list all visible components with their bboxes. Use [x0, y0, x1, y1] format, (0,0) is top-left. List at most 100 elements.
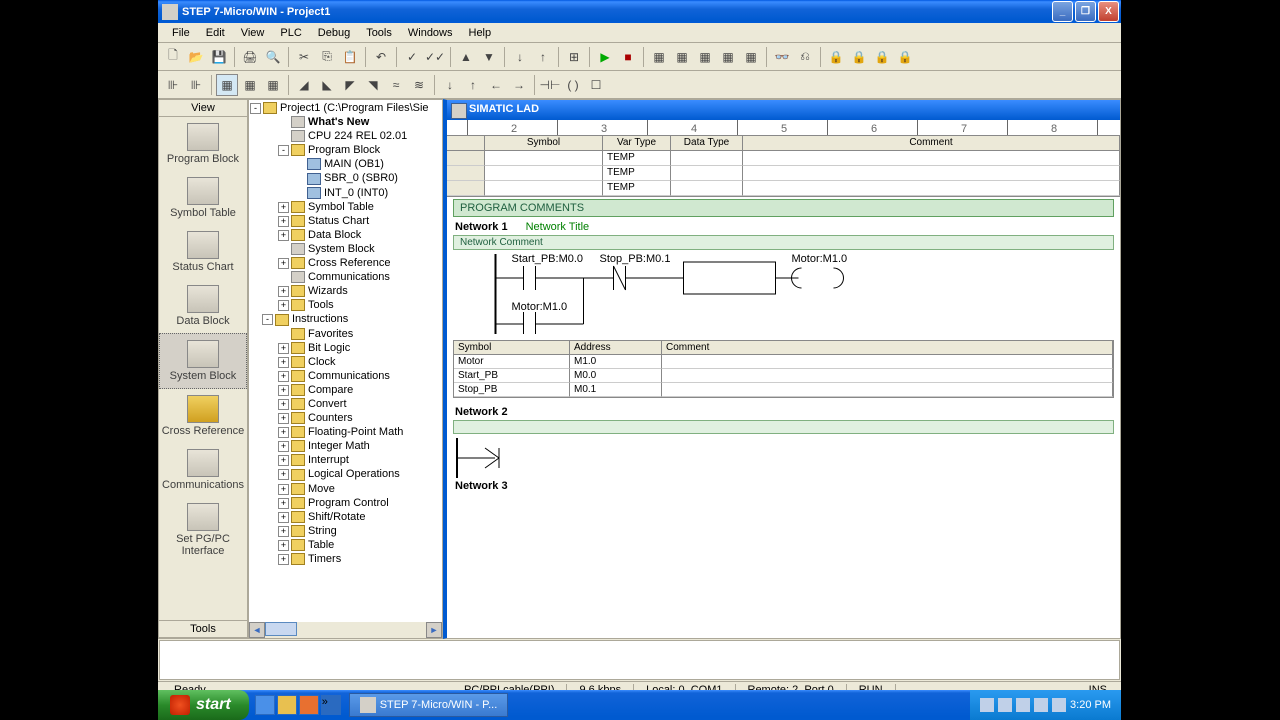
print-icon[interactable]: 🖨: [239, 46, 261, 68]
close-button[interactable]: X: [1098, 1, 1119, 22]
network-1-comment[interactable]: Network Comment: [453, 235, 1114, 250]
menu-tools[interactable]: Tools: [358, 25, 400, 41]
symbol-table[interactable]: Symbol Address Comment MotorM1.0Start_PB…: [453, 340, 1114, 398]
start-button[interactable]: start: [158, 690, 249, 720]
write-icon[interactable]: ▦: [717, 46, 739, 68]
view-data-block[interactable]: Data Block: [159, 279, 247, 333]
view-lad-icon[interactable]: ▦: [216, 74, 238, 96]
compile-all-icon[interactable]: ✓✓: [424, 46, 446, 68]
tree-node[interactable]: +Compare: [250, 383, 441, 397]
copy-icon[interactable]: ⎘: [316, 46, 338, 68]
line-left-icon[interactable]: ←: [485, 74, 507, 96]
lock1-icon[interactable]: 🔒: [825, 46, 847, 68]
scroll-left-icon[interactable]: ◄: [249, 622, 265, 638]
tree-node[interactable]: INT_0 (INT0): [250, 186, 441, 200]
save-icon[interactable]: 💾: [208, 46, 230, 68]
var-hdr-vartype[interactable]: Var Type: [603, 136, 671, 151]
compile-icon[interactable]: ✓: [401, 46, 423, 68]
var-hdr-symbol[interactable]: Symbol: [485, 136, 603, 151]
line-down-icon[interactable]: ↓: [439, 74, 461, 96]
paste-icon[interactable]: 📋: [339, 46, 361, 68]
tree-node[interactable]: Favorites: [250, 327, 441, 341]
network-1-header[interactable]: Network 1Network Title: [449, 219, 1118, 235]
tree-node[interactable]: Communications: [250, 270, 441, 284]
tree-node[interactable]: +Floating-Point Math: [250, 425, 441, 439]
trend-icon[interactable]: ▦: [671, 46, 693, 68]
status-chart-icon[interactable]: ▦: [648, 46, 670, 68]
var-hdr-comment[interactable]: Comment: [743, 136, 1120, 151]
tool-x2-icon[interactable]: ≋: [408, 74, 430, 96]
sort-desc-icon[interactable]: ↑: [532, 46, 554, 68]
tree-node[interactable]: +Data Block: [250, 228, 441, 242]
maximize-button[interactable]: ❐: [1075, 1, 1096, 22]
tree-node[interactable]: +Cross Reference: [250, 256, 441, 270]
view-set-pgpc[interactable]: Set PG/PC Interface: [159, 497, 247, 563]
view-system-block[interactable]: System Block: [159, 333, 247, 389]
tree-node[interactable]: +Integer Math: [250, 439, 441, 453]
view-cross-reference[interactable]: Cross Reference: [159, 389, 247, 443]
line-right-icon[interactable]: →: [508, 74, 530, 96]
contact-icon[interactable]: ⊣⊢: [539, 74, 561, 96]
tree-node[interactable]: +Logical Operations: [250, 467, 441, 481]
menu-file[interactable]: File: [164, 25, 198, 41]
var-hdr-datatype[interactable]: Data Type: [671, 136, 743, 151]
sort-asc-icon[interactable]: ↓: [509, 46, 531, 68]
tree-node[interactable]: +Timers: [250, 552, 441, 566]
open-icon[interactable]: 📂: [185, 46, 207, 68]
titlebar[interactable]: STEP 7-Micro/WIN - Project1 _ ❐ X: [158, 0, 1121, 23]
tree-node[interactable]: -Program Block: [250, 143, 441, 157]
preview-icon[interactable]: 🔍: [262, 46, 284, 68]
undo-icon[interactable]: ↶: [370, 46, 392, 68]
upload-icon[interactable]: ▲: [455, 46, 477, 68]
network-2-header[interactable]: Network 2: [449, 404, 1118, 420]
single-read-icon[interactable]: ▦: [694, 46, 716, 68]
tree-node[interactable]: +Interrupt: [250, 453, 441, 467]
view-program-block[interactable]: Program Block: [159, 117, 247, 171]
force-icon[interactable]: ▦: [740, 46, 762, 68]
tool-bar2-icon[interactable]: ⊪: [185, 74, 207, 96]
menu-windows[interactable]: Windows: [400, 25, 461, 41]
tree-node[interactable]: SBR_0 (SBR0): [250, 171, 441, 185]
tree-node[interactable]: -Instructions: [250, 312, 441, 326]
scroll-thumb[interactable]: [265, 622, 297, 636]
tree-node[interactable]: +String: [250, 524, 441, 538]
lock3-icon[interactable]: 🔒: [871, 46, 893, 68]
tree-node[interactable]: +Program Control: [250, 496, 441, 510]
network-2-comment[interactable]: [453, 420, 1114, 434]
stop-icon[interactable]: ■: [617, 46, 639, 68]
view-stl-icon[interactable]: ▦: [239, 74, 261, 96]
quicklaunch-media-icon[interactable]: [299, 695, 319, 715]
line-up-icon[interactable]: ↑: [462, 74, 484, 96]
tool-x1-icon[interactable]: ≈: [385, 74, 407, 96]
view-pane-footer[interactable]: Tools: [159, 620, 247, 638]
tree-node[interactable]: System Block: [250, 242, 441, 256]
options-icon[interactable]: ⊞: [563, 46, 585, 68]
view-communications[interactable]: Communications: [159, 443, 247, 497]
download-icon[interactable]: ▼: [478, 46, 500, 68]
symbol-row[interactable]: Start_PBM0.0: [454, 369, 1113, 383]
menu-edit[interactable]: Edit: [198, 25, 233, 41]
tree-node[interactable]: +Tools: [250, 298, 441, 312]
quicklaunch-desktop-icon[interactable]: [277, 695, 297, 715]
tree-node[interactable]: MAIN (OB1): [250, 157, 441, 171]
tray-icon-2[interactable]: [998, 698, 1012, 712]
tray-icon-4[interactable]: [1034, 698, 1048, 712]
sym-hdr-address[interactable]: Address: [570, 341, 662, 355]
new-icon[interactable]: 🗋: [162, 46, 184, 68]
box-icon[interactable]: ☐: [585, 74, 607, 96]
chart-status-icon[interactable]: 👓: [771, 46, 793, 68]
tree-node[interactable]: +Wizards: [250, 284, 441, 298]
symbol-row[interactable]: Stop_PBM0.1: [454, 383, 1113, 397]
tree-node[interactable]: CPU 224 REL 02.01: [250, 129, 441, 143]
tree-node[interactable]: +Counters: [250, 411, 441, 425]
cut-icon[interactable]: ✂: [293, 46, 315, 68]
quicklaunch-more-icon[interactable]: »: [321, 695, 341, 715]
tree-node[interactable]: +Communications: [250, 369, 441, 383]
output-window[interactable]: [159, 640, 1120, 680]
tree-node[interactable]: +Move: [250, 482, 441, 496]
tree-node[interactable]: +Convert: [250, 397, 441, 411]
view-fbd-icon[interactable]: ▦: [262, 74, 284, 96]
taskbar-item-step7[interactable]: STEP 7-Micro/WIN - P...: [349, 693, 509, 717]
minimize-button[interactable]: _: [1052, 1, 1073, 22]
tree-node[interactable]: +Shift/Rotate: [250, 510, 441, 524]
